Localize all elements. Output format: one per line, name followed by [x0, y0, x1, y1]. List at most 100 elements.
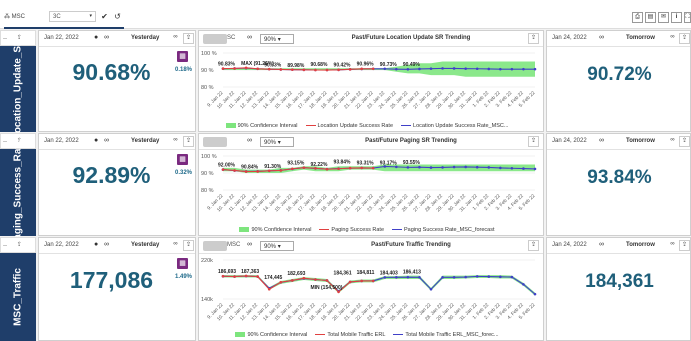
link-icon[interactable]: ∞ [247, 241, 252, 248]
dots-icon[interactable]: ‥ [3, 138, 7, 144]
forecast-point [475, 67, 479, 71]
link-icon[interactable]: ∞ [104, 34, 109, 41]
actual-point [233, 169, 236, 172]
reset-icon[interactable]: ↺ [112, 11, 123, 22]
export-icon[interactable]: ⇪ [183, 136, 194, 147]
data-label: MIN (154,500) [310, 285, 342, 291]
chevron-down-icon: ▾ [277, 140, 281, 146]
link-icon[interactable]: ∞ [104, 137, 109, 144]
yesterday-panel: Jan 22, 2022 ● ∞ Yesterday ∞ ⇪ 90.68% ▦ 0.18% [38, 30, 196, 132]
actual-point [337, 290, 340, 294]
dots-icon[interactable]: ‥ [3, 35, 7, 41]
confidence-select[interactable]: 90% ▾ [260, 34, 294, 44]
legend-item[interactable]: Paging Success Rate [319, 227, 384, 233]
link-icon[interactable]: ∞ [247, 34, 252, 41]
forecast-point [452, 165, 456, 169]
kpi-side-label: Location_Update_SR [0, 39, 36, 139]
legend-swatch [235, 332, 246, 338]
color-icon[interactable]: ● [94, 241, 98, 248]
link-icon[interactable]: ∞ [599, 137, 604, 144]
legend-item[interactable]: Location Update Success Rate_MSC... [401, 123, 508, 129]
forecast-point [499, 67, 502, 71]
forecast-value: 93.84% [587, 167, 652, 188]
export-icon[interactable]: ⇪ [17, 242, 22, 248]
expand-icon[interactable]: ⛶ [684, 12, 691, 23]
actual-point [267, 169, 271, 173]
export-icon[interactable]: ⇪ [679, 136, 690, 147]
msc-select[interactable]: 3C ▾ [49, 11, 96, 22]
panel-header: Jan 22, 2022 ● ∞ Yesterday ∞ ⇪ [39, 31, 195, 47]
export-icon[interactable]: ⇪ [183, 240, 194, 251]
export-icon[interactable]: ⇪ [679, 240, 690, 251]
link-icon[interactable]: ∞ [170, 136, 181, 147]
forecast-point [383, 276, 387, 279]
link-icon[interactable]: ∞ [170, 240, 181, 251]
export-icon[interactable]: ⇪ [528, 240, 539, 251]
actual-point [244, 66, 248, 70]
calendar-icon[interactable]: ▦ [177, 154, 188, 165]
data-label: 93.31% [357, 160, 375, 166]
actual-point [267, 287, 271, 291]
color-icon[interactable]: ● [94, 137, 98, 144]
panel-header: Jan 24, 2022 ∞ Tomorrow ∞ ⇪ [547, 238, 690, 254]
apply-check-icon[interactable]: ✔ [99, 11, 110, 22]
link-icon[interactable]: ∞ [599, 241, 604, 248]
legend-swatch [305, 125, 316, 127]
actual-point [348, 280, 352, 284]
link-icon[interactable]: ∞ [667, 136, 678, 147]
color-icon[interactable]: ● [94, 34, 98, 41]
y-tick-label: 100 % [201, 154, 217, 160]
legend-item[interactable]: Location Update Success Rate [305, 123, 393, 129]
export-icon[interactable]: ⇪ [528, 33, 539, 44]
chart-header: MSC ∞ 90% ▾ Past/Future Traffic Trending ⇪ [199, 238, 543, 254]
change-value: 0.32% [175, 170, 193, 176]
date-label: Jan 24, 2022 [552, 242, 587, 248]
calendar-icon[interactable]: ▦ [177, 258, 188, 269]
document-icon[interactable]: ▤ [645, 12, 656, 23]
info-icon[interactable]: i [671, 12, 682, 23]
legend-item[interactable]: 90% Confidence Interval [235, 332, 307, 338]
forecast-point [533, 167, 537, 171]
legend-item[interactable]: 90% Confidence Interval [239, 227, 311, 233]
confidence-select[interactable]: 90% ▾ [260, 137, 294, 147]
chart-title: Past/Future Location Update SR Trending [351, 35, 471, 41]
forecast-point [499, 166, 502, 170]
link-icon[interactable]: ∞ [247, 137, 252, 144]
link-icon[interactable]: ∞ [599, 34, 604, 41]
pdf-export-icon[interactable]: ⎙ [632, 12, 643, 23]
row-menu[interactable]: ‥ ⇪ [0, 237, 36, 253]
link-icon[interactable]: ∞ [667, 240, 678, 251]
period-label: Tomorrow [626, 138, 655, 144]
export-icon[interactable]: ⇪ [183, 33, 194, 44]
data-label: 186,693 [218, 269, 236, 275]
forecast-point [452, 276, 456, 279]
hierarchy-icon: ⁂ [4, 14, 10, 20]
y-tick-label: 90 % [201, 171, 214, 177]
dots-icon[interactable]: ‥ [3, 242, 7, 248]
link-icon[interactable]: ∞ [104, 241, 109, 248]
forecast-point [475, 165, 479, 169]
actual-point [302, 166, 306, 169]
export-icon[interactable]: ⇪ [679, 33, 690, 44]
legend-item[interactable]: Total Mobile Traffic ERL_MSC_forec... [393, 332, 499, 338]
change-value: 1.49% [175, 274, 193, 280]
actual-point [314, 278, 317, 281]
legend-label: Total Mobile Traffic ERL_MSC_forec... [405, 332, 499, 338]
mail-icon[interactable]: ✉ [658, 12, 669, 23]
link-icon[interactable]: ∞ [667, 33, 678, 44]
data-label: 90.96% [357, 61, 375, 67]
chart-header: ∞ 90% ▾ Past/Future Paging SR Trending ⇪ [199, 134, 543, 150]
link-icon[interactable]: ∞ [170, 33, 181, 44]
y-tick-label: 220k [201, 258, 213, 264]
data-label: 90.73% [380, 62, 398, 68]
legend-item[interactable]: Total Mobile Traffic ERL [315, 332, 385, 338]
data-label: 182,693 [287, 271, 305, 277]
forecast-point [464, 67, 467, 70]
calendar-icon[interactable]: ▦ [177, 51, 188, 62]
forecast-point [429, 166, 433, 169]
legend-item[interactable]: 90% Confidence Interval [225, 123, 298, 129]
confidence-select[interactable]: 90% ▾ [260, 241, 294, 251]
yesterday-panel: Jan 22, 2022 ● ∞ Yesterday ∞ ⇪ 92.89% ▦ 0.32% [38, 133, 196, 236]
legend-item[interactable]: Paging Success Rate_MSC_forecast [392, 227, 495, 233]
export-icon[interactable]: ⇪ [528, 136, 539, 147]
